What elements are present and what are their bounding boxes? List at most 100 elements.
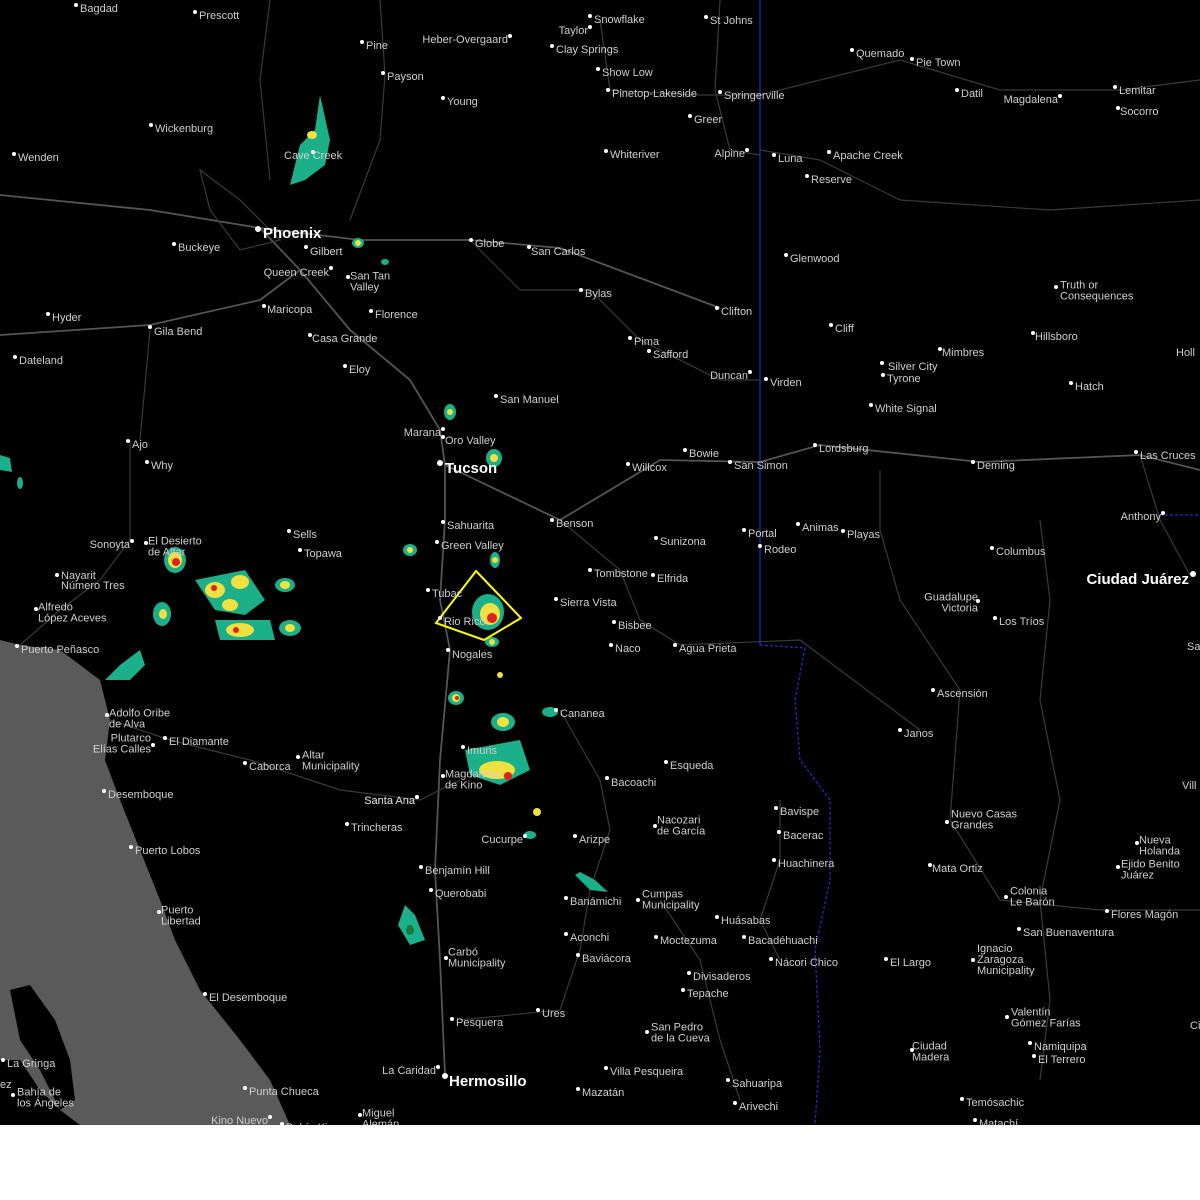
city-green-valley[interactable]: Green Valley [435, 540, 504, 552]
city-el-desemboque[interactable]: El Desemboque [203, 992, 287, 1004]
city-naco[interactable]: Naco [609, 643, 641, 655]
city-desemboque[interactable]: Desemboque [102, 789, 173, 801]
city-numero-tres[interactable]: Número Tres [61, 580, 125, 592]
city-greer[interactable]: Greer [688, 114, 722, 126]
city-gilbert[interactable]: Gilbert [304, 245, 342, 258]
city-la-caridad[interactable]: La Caridad [382, 1065, 440, 1077]
city-villa-pesqueira[interactable]: Villa Pesqueira [604, 1066, 684, 1078]
city-eloy[interactable]: Eloy [343, 364, 371, 376]
city-wenden[interactable]: Wenden [12, 152, 59, 164]
city-pinetop-lakeside[interactable]: Pinetop-Lakeside [606, 88, 697, 100]
city-san-pedro-de-la-cueva[interactable]: San Pedro de la Cueva [645, 1021, 711, 1044]
city-portal[interactable]: Portal [742, 528, 777, 540]
city-magdalena[interactable]: Magdalena [1004, 94, 1062, 106]
city-lemitar[interactable]: Lemitar [1113, 85, 1156, 97]
city-pesquera[interactable]: Pesquera [450, 1017, 504, 1029]
city-san-tan-valley[interactable]: San Tan Valley [346, 270, 390, 293]
city-mazatan[interactable]: Mazatán [576, 1087, 624, 1099]
city-ajo[interactable]: Ajo [126, 439, 148, 451]
city-sells[interactable]: Sells [287, 529, 317, 541]
city-bacerac[interactable]: Bacerac [777, 830, 824, 842]
city-tombstone[interactable]: Tombstone [588, 568, 648, 580]
major-city-phoenix[interactable]: Phoenix [255, 225, 322, 242]
city-why[interactable]: Why [145, 460, 174, 472]
city-benjamin-hill[interactable]: Benjamín Hill [419, 865, 490, 877]
city-nacori-chico[interactable]: Nácori Chico [769, 957, 838, 969]
city-animas[interactable]: Animas [796, 522, 839, 534]
city-banamichi[interactable]: Banámichi [564, 896, 621, 908]
city-bisbee[interactable]: Bisbee [612, 620, 652, 632]
city-pine[interactable]: Pine [360, 40, 388, 52]
city-tepache[interactable]: Tepache [681, 988, 729, 1000]
city-bowie[interactable]: Bowie [683, 448, 719, 460]
city-mimbres[interactable]: Mimbres [938, 347, 985, 359]
city-hillsboro[interactable]: Hillsboro [1031, 331, 1078, 343]
city-wickenburg[interactable]: Wickenburg [149, 123, 213, 135]
city-lordsburg[interactable]: Lordsburg [813, 443, 869, 455]
city-ejido-benito-juarez[interactable]: Ejido Benito Juárez [1116, 858, 1180, 881]
city-imuris[interactable]: Imuris [461, 745, 497, 757]
city-nueva-holanda[interactable]: Nueva Holanda [1135, 834, 1181, 857]
city-gila-bend[interactable]: Gila Bend [148, 325, 202, 338]
city-colonia-le-baron[interactable]: Colonia Le Barón [1004, 885, 1055, 908]
city-quemado[interactable]: Quemado [850, 48, 904, 60]
city-trincheras[interactable]: Trincheras [345, 822, 403, 834]
city-bagdad[interactable]: Bagdad [74, 3, 118, 15]
city-snowflake[interactable]: Snowflake [588, 14, 645, 26]
city-puerto-penasco[interactable]: Puerto Peñasco [15, 644, 99, 656]
city-payson[interactable]: Payson [381, 71, 424, 83]
city-socorro[interactable]: Socorro [1116, 106, 1159, 118]
city-baviacora[interactable]: Baviácora [576, 953, 632, 965]
city-arizpe[interactable]: Arizpe [573, 834, 610, 846]
city-safford[interactable]: Safford [647, 349, 688, 361]
city-hyder[interactable]: Hyder [46, 312, 82, 324]
city-nacozari-de-garcia[interactable]: Nacozari de García [653, 814, 706, 837]
city-rodeo[interactable]: Rodeo [758, 544, 796, 556]
city-querobabi[interactable]: Querobabi [429, 888, 486, 900]
city-benson[interactable]: Benson [550, 518, 593, 530]
city-sahuarita[interactable]: Sahuarita [441, 520, 495, 532]
city-namiquipa[interactable]: Namiquipa [1028, 1041, 1087, 1053]
city-columbus[interactable]: Columbus [990, 546, 1046, 558]
city-tubac[interactable]: Tubac [426, 588, 463, 600]
city-cumpas-municipality[interactable]: Cumpas Municipality [636, 888, 700, 911]
city-matachi[interactable]: Matachí [973, 1118, 1018, 1125]
city-altar-municipality[interactable]: Altar Municipality [296, 749, 360, 772]
city-kino-nuevo[interactable]: Kino Nuevo [211, 1115, 272, 1125]
city-clay-springs[interactable]: Clay Springs [550, 44, 619, 56]
city-willcox[interactable]: Willcox [626, 462, 667, 474]
city-dateland[interactable]: Dateland [13, 355, 63, 367]
major-city-ciudad-juarez[interactable]: Ciudad Juárez [1086, 571, 1196, 588]
city-moctezuma[interactable]: Moctezuma [654, 935, 718, 947]
city-esqueda[interactable]: Esqueda [664, 760, 714, 772]
city-bacoachi[interactable]: Bacoachi [605, 776, 656, 789]
city-buckeye[interactable]: Buckeye [172, 242, 220, 254]
city-huasabas[interactable]: Huásabas [715, 915, 771, 927]
city-guadalupe-victoria[interactable]: Guadalupe Victoria [924, 591, 980, 614]
city-truth-or-consequences[interactable]: Truth or Consequences [1054, 279, 1134, 302]
city-nogales[interactable]: Nogales [446, 648, 493, 661]
city-la-gringa[interactable]: La Gringa [1, 1058, 56, 1070]
city-el-desierto-de-altar[interactable]: El Desierto de Altar [144, 535, 202, 558]
city-white-signal[interactable]: White Signal [869, 403, 937, 415]
city-magdalena-de-kino[interactable]: Magdalena de Kino [441, 768, 500, 791]
city-whiteriver[interactable]: Whiteriver [604, 149, 660, 161]
city-topawa[interactable]: Topawa [298, 548, 343, 560]
city-bavispe[interactable]: Bavispe [774, 806, 819, 818]
city-marana[interactable]: Marana [404, 427, 445, 439]
city-santa-ana[interactable]: Santa Ana [364, 795, 419, 807]
city-ures[interactable]: Ures [536, 1008, 566, 1020]
city-divisaderos[interactable]: Divisaderos [687, 971, 751, 983]
city-apache-creek[interactable]: Apache Creek [827, 150, 903, 162]
city-glenwood[interactable]: Glenwood [784, 253, 840, 265]
city-pima[interactable]: Pima [628, 336, 660, 348]
city-datil[interactable]: Datil [955, 88, 983, 100]
city-reserve[interactable]: Reserve [805, 174, 852, 186]
city-puerto-lobos[interactable]: Puerto Lobos [129, 845, 201, 857]
city-virden[interactable]: Virden [764, 377, 802, 389]
city-ignacio-zaragoza-municipality[interactable]: Ignacio Zaragoza Municipality [971, 943, 1035, 977]
city-ciudad-madera[interactable]: Ciudad Madera [910, 1040, 950, 1063]
city-anthony[interactable]: Anthony [1121, 511, 1165, 523]
city-casa-grande[interactable]: Casa Grande [308, 333, 377, 345]
city-carbo-municipality[interactable]: Carbó Municipality [444, 946, 506, 969]
